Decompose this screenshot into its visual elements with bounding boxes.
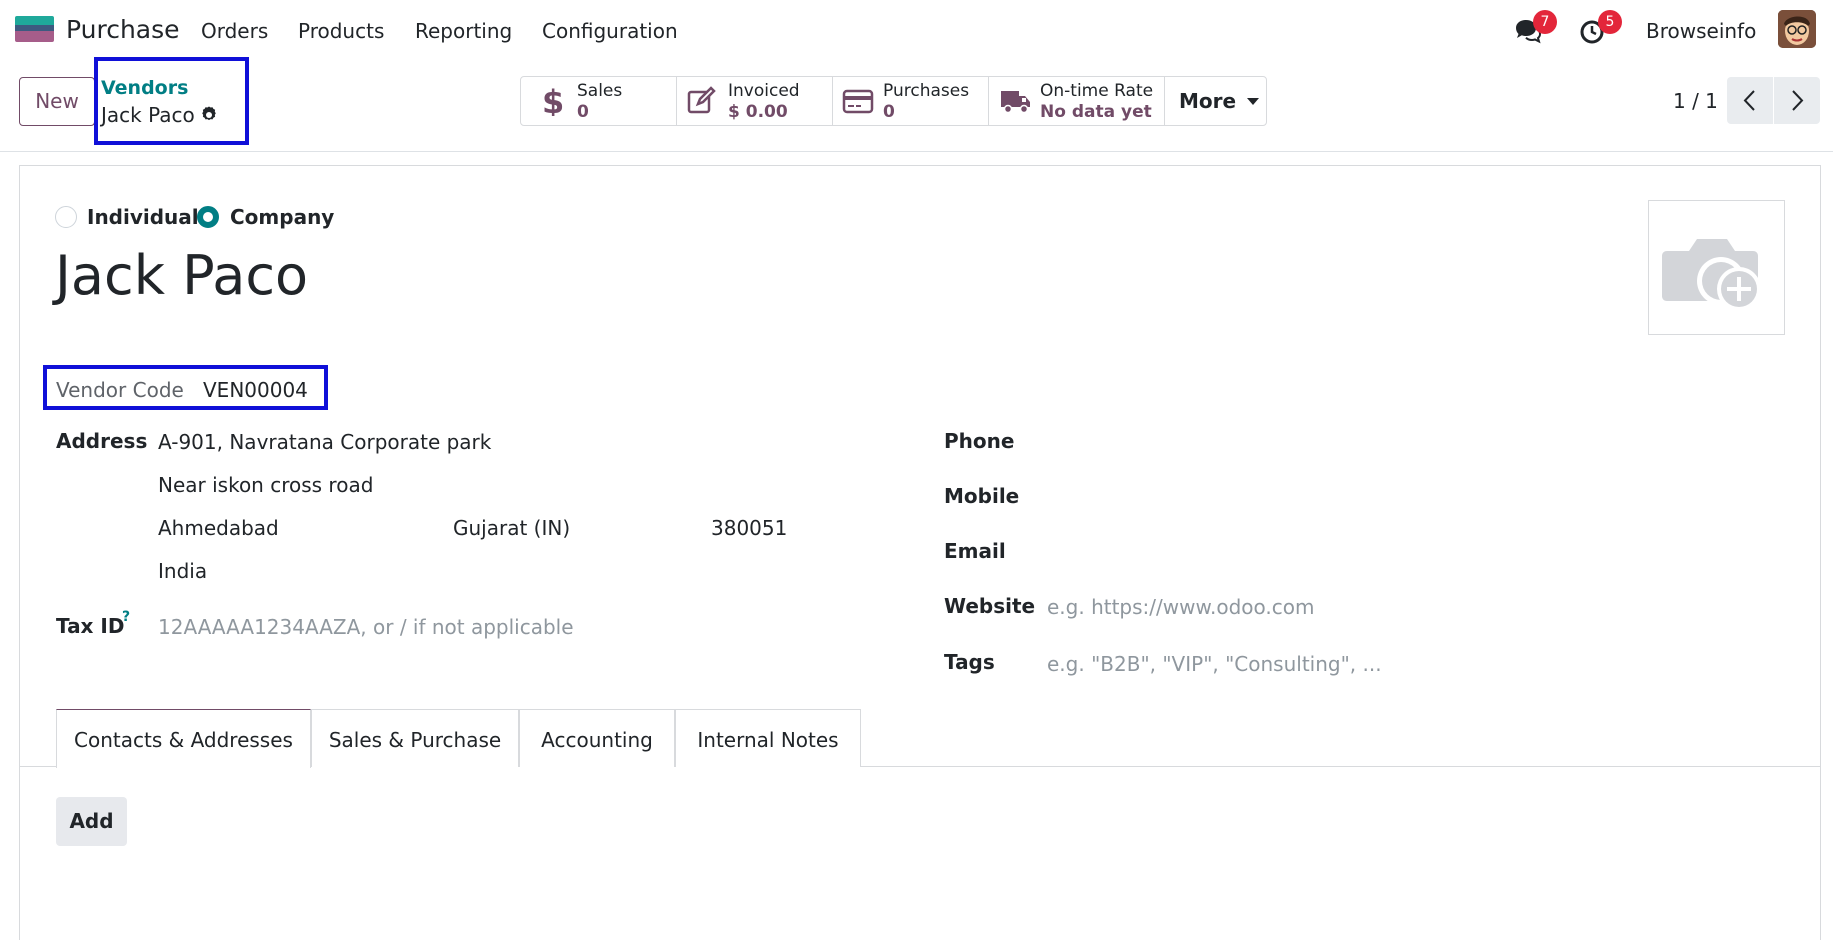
- menu-reporting[interactable]: Reporting: [415, 19, 512, 43]
- state-field[interactable]: Gujarat (IN): [453, 516, 570, 540]
- radio-company[interactable]: [197, 206, 219, 228]
- city-field[interactable]: Ahmedabad: [158, 516, 279, 540]
- truck-icon: [1000, 86, 1032, 116]
- top-navbar: Purchase Orders Products Reporting Confi…: [0, 0, 1833, 60]
- more-dropdown[interactable]: More: [1165, 77, 1266, 125]
- svg-text:$: $: [542, 86, 564, 116]
- sales-label: Sales: [577, 81, 623, 101]
- tab-contacts-addresses[interactable]: Contacts & Addresses: [56, 709, 311, 768]
- more-label: More: [1179, 89, 1237, 113]
- address-label: Address: [56, 429, 148, 453]
- tax-id-help-icon[interactable]: ?: [122, 609, 130, 625]
- control-panel: New Vendors Jack Paco $ Sales 0 Invoiced…: [0, 57, 1833, 152]
- caret-down-icon: [1247, 98, 1259, 105]
- notebook-tabs: Contacts & Addresses Sales & Purchase Ac…: [19, 709, 1821, 768]
- country-field[interactable]: India: [158, 559, 207, 583]
- tax-id-field[interactable]: 12AAAAA1234AAZA, or / if not applicable: [158, 615, 574, 639]
- messages-badge: 7: [1533, 10, 1557, 34]
- radio-company-label[interactable]: Company: [230, 205, 334, 229]
- smart-button-ontime-rate[interactable]: On-time Rate No data yet: [989, 77, 1165, 125]
- smart-buttons: $ Sales 0 Invoiced $ 0.00 Purchases 0 On…: [520, 76, 1267, 126]
- app-menu-icon[interactable]: [15, 16, 54, 42]
- chevron-right-icon: [1792, 90, 1804, 111]
- street2-field[interactable]: Near iskon cross road: [158, 473, 373, 497]
- tab-sales-purchase[interactable]: Sales & Purchase: [311, 709, 519, 767]
- gear-icon[interactable]: [199, 105, 219, 125]
- tax-id-label: Tax ID: [56, 614, 125, 638]
- credit-card-icon: [842, 86, 874, 116]
- invoiced-value: $ 0.00: [728, 102, 788, 122]
- tags-field[interactable]: e.g. "B2B", "VIP", "Consulting", ...: [1047, 652, 1382, 676]
- tab-internal-notes[interactable]: Internal Notes: [675, 709, 861, 767]
- breadcrumb-highlight-box: [94, 57, 249, 145]
- breadcrumb-current: Jack Paco: [101, 103, 195, 127]
- smart-button-invoiced[interactable]: Invoiced $ 0.00: [677, 77, 833, 125]
- breadcrumb-vendors[interactable]: Vendors: [101, 77, 188, 99]
- invoiced-label: Invoiced: [728, 81, 800, 101]
- new-button[interactable]: New: [19, 77, 95, 126]
- vendor-code-label: Vendor Code: [56, 378, 184, 402]
- tab-label: Sales & Purchase: [328, 728, 502, 752]
- user-avatar[interactable]: [1778, 10, 1816, 48]
- tab-label: Internal Notes: [697, 728, 839, 752]
- sales-value: 0: [577, 102, 589, 122]
- smart-button-purchases[interactable]: Purchases 0: [833, 77, 989, 125]
- tab-accounting[interactable]: Accounting: [519, 709, 675, 767]
- email-label: Email: [944, 539, 1006, 563]
- website-field[interactable]: e.g. https://www.odoo.com: [1047, 595, 1314, 619]
- menu-orders[interactable]: Orders: [201, 19, 268, 43]
- partner-name[interactable]: Jack Paco: [55, 244, 308, 307]
- dollar-icon: $: [534, 83, 566, 121]
- camera-plus-icon: [1662, 239, 1761, 311]
- smart-button-sales[interactable]: $ Sales 0: [521, 77, 677, 125]
- menu-configuration[interactable]: Configuration: [542, 19, 678, 43]
- purchases-value: 0: [883, 102, 895, 122]
- radio-individual[interactable]: [55, 206, 77, 228]
- purchases-label: Purchases: [883, 81, 970, 101]
- vendor-code-value[interactable]: VEN00004: [203, 378, 308, 402]
- phone-label: Phone: [944, 429, 1015, 453]
- ontime-rate-value: No data yet: [1040, 102, 1152, 122]
- pencil-square-icon: [686, 86, 718, 116]
- chevron-left-icon: [1743, 90, 1755, 111]
- user-name[interactable]: Browseinfo: [1646, 19, 1756, 43]
- add-contact-button[interactable]: Add: [56, 797, 127, 846]
- street-field[interactable]: A-901, Navratana Corporate park: [158, 430, 491, 454]
- radio-individual-label[interactable]: Individual: [87, 205, 199, 229]
- tab-label: Accounting: [541, 728, 653, 752]
- image-upload[interactable]: [1648, 200, 1785, 335]
- zip-field[interactable]: 380051: [711, 516, 787, 540]
- pager-next-button[interactable]: [1774, 77, 1820, 124]
- mobile-label: Mobile: [944, 484, 1020, 508]
- app-name[interactable]: Purchase: [66, 15, 180, 44]
- activities-badge: 5: [1598, 10, 1622, 34]
- tags-label: Tags: [944, 650, 995, 674]
- website-label: Website: [944, 594, 1036, 618]
- pager-value[interactable]: 1 / 1: [1673, 89, 1718, 113]
- tab-label: Contacts & Addresses: [74, 728, 293, 752]
- pager-previous-button[interactable]: [1727, 77, 1773, 124]
- menu-products[interactable]: Products: [298, 19, 384, 43]
- ontime-rate-label: On-time Rate: [1040, 81, 1154, 101]
